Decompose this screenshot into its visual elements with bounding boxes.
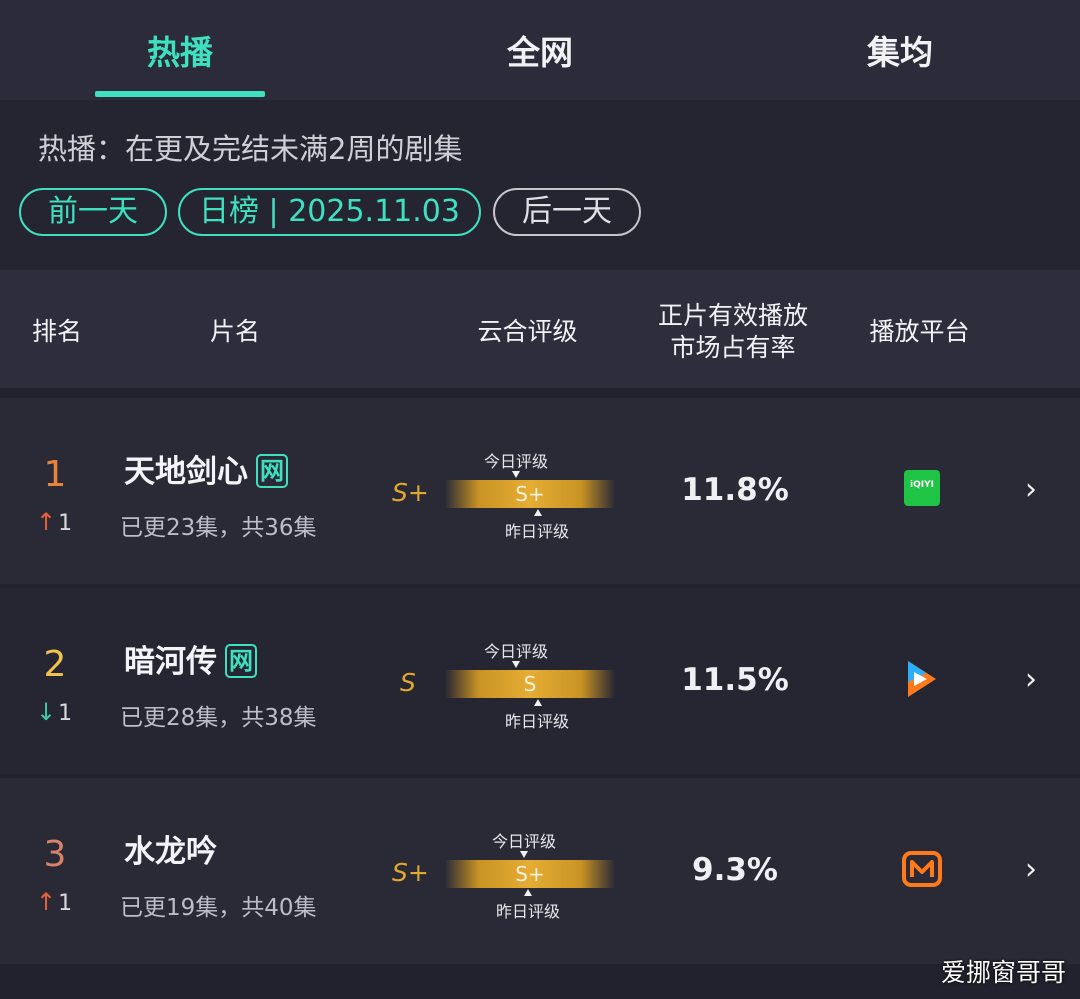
tab-episode-average[interactable]: 集均 — [800, 26, 1000, 74]
show-title-text: 天地剑心 — [124, 454, 248, 490]
table-row[interactable]: 2 ↓1 暗河传网 已更28集，共38集 S 今日评级 S 昨日评级 11.5%… — [0, 588, 1080, 774]
rank-change: ↑1 — [36, 508, 72, 536]
episode-progress: 已更23集，共36集 — [120, 515, 317, 541]
col-platform: 播放平台 — [869, 317, 970, 346]
rank-change: ↓1 — [36, 698, 72, 726]
tab-hot[interactable]: 热播 — [80, 26, 280, 74]
grade-yesterday: S — [400, 668, 416, 697]
source-watermark: 爱挪窗哥哥 — [940, 958, 1066, 987]
episode-progress: 已更28集，共38集 — [120, 705, 317, 731]
col-share-line2: 市场占有率 — [670, 333, 796, 362]
show-title: 暗河传网 — [124, 636, 257, 681]
grade-today: S+ — [515, 482, 545, 506]
list-description: 热播：在更及完结未满2周的剧集 — [38, 132, 463, 166]
table-header: 排名 片名 云合评级 正片有效播放 市场占有率 播放平台 — [0, 270, 1080, 388]
tab-bar: 热播 全网 集均 — [0, 0, 1080, 100]
tencent-video-icon[interactable] — [900, 658, 940, 700]
show-title-text: 水龙吟 — [124, 834, 217, 870]
market-share: 11.5% — [681, 662, 789, 698]
active-tab-indicator — [95, 91, 265, 97]
show-title-text: 暗河传 — [124, 644, 217, 680]
yesterday-marker-icon — [534, 509, 542, 516]
yesterday-marker-icon — [524, 889, 532, 896]
grade-today: S+ — [515, 862, 545, 886]
yesterday-rating-label: 昨日评级 — [495, 902, 560, 921]
rank-number: 2 — [43, 644, 67, 685]
grade-yesterday: S+ — [392, 478, 429, 507]
mango-tv-icon[interactable] — [902, 850, 942, 888]
tab-all-network[interactable]: 全网 — [440, 26, 640, 74]
web-series-badge: 网 — [256, 454, 288, 488]
show-title: 天地剑心网 — [124, 446, 288, 491]
today-rating-label: 今日评级 — [491, 832, 556, 851]
chevron-right-icon[interactable]: › — [1025, 472, 1037, 507]
rank-number: 1 — [43, 454, 67, 495]
arrow-up-icon: ↑ — [36, 508, 57, 536]
yesterday-rating-label: 昨日评级 — [504, 522, 569, 541]
table-row[interactable]: 3 ↑1 水龙吟 已更19集，共40集 S+ 今日评级 S+ 昨日评级 9.3%… — [0, 778, 1080, 964]
grade-yesterday: S+ — [392, 858, 429, 887]
arrow-down-icon: ↓ — [36, 698, 57, 726]
chevron-right-icon[interactable]: › — [1025, 852, 1037, 887]
web-series-badge: 网 — [225, 644, 257, 678]
iqiyi-icon[interactable]: iQIYI — [904, 470, 940, 506]
arrow-up-icon: ↑ — [36, 888, 57, 916]
col-share-line1: 正片有效播放 — [657, 301, 808, 330]
date-selector[interactable]: 日榜 | 2025.11.03 — [178, 188, 481, 236]
market-share: 9.3% — [692, 852, 778, 888]
iqiyi-logo-text: iQIYI — [910, 480, 934, 490]
episode-progress: 已更19集，共40集 — [120, 895, 317, 921]
rank-change-value: 1 — [58, 511, 73, 536]
today-rating-label: 今日评级 — [483, 642, 548, 661]
next-day-button[interactable]: 后一天 — [493, 188, 641, 236]
yesterday-marker-icon — [534, 699, 542, 706]
col-rank: 排名 — [31, 317, 82, 346]
col-rating: 云合评级 — [477, 317, 578, 346]
col-title: 片名 — [209, 317, 260, 346]
rank-number: 3 — [43, 834, 67, 875]
today-rating-label: 今日评级 — [483, 452, 548, 471]
grade-today: S — [523, 672, 537, 696]
today-marker-icon — [512, 661, 520, 668]
prev-day-button[interactable]: 前一天 — [19, 188, 167, 236]
chevron-right-icon[interactable]: › — [1025, 662, 1037, 697]
today-marker-icon — [512, 471, 520, 478]
yesterday-rating-label: 昨日评级 — [504, 712, 569, 731]
rank-change-value: 1 — [58, 701, 73, 726]
table-row[interactable]: 1 ↑1 天地剑心网 已更23集，共36集 S+ 今日评级 S+ 昨日评级 11… — [0, 398, 1080, 584]
today-marker-icon — [520, 851, 528, 858]
market-share: 11.8% — [681, 472, 789, 508]
rank-change-value: 1 — [58, 891, 73, 916]
show-title: 水龙吟 — [124, 826, 217, 871]
rank-change: ↑1 — [36, 888, 72, 916]
